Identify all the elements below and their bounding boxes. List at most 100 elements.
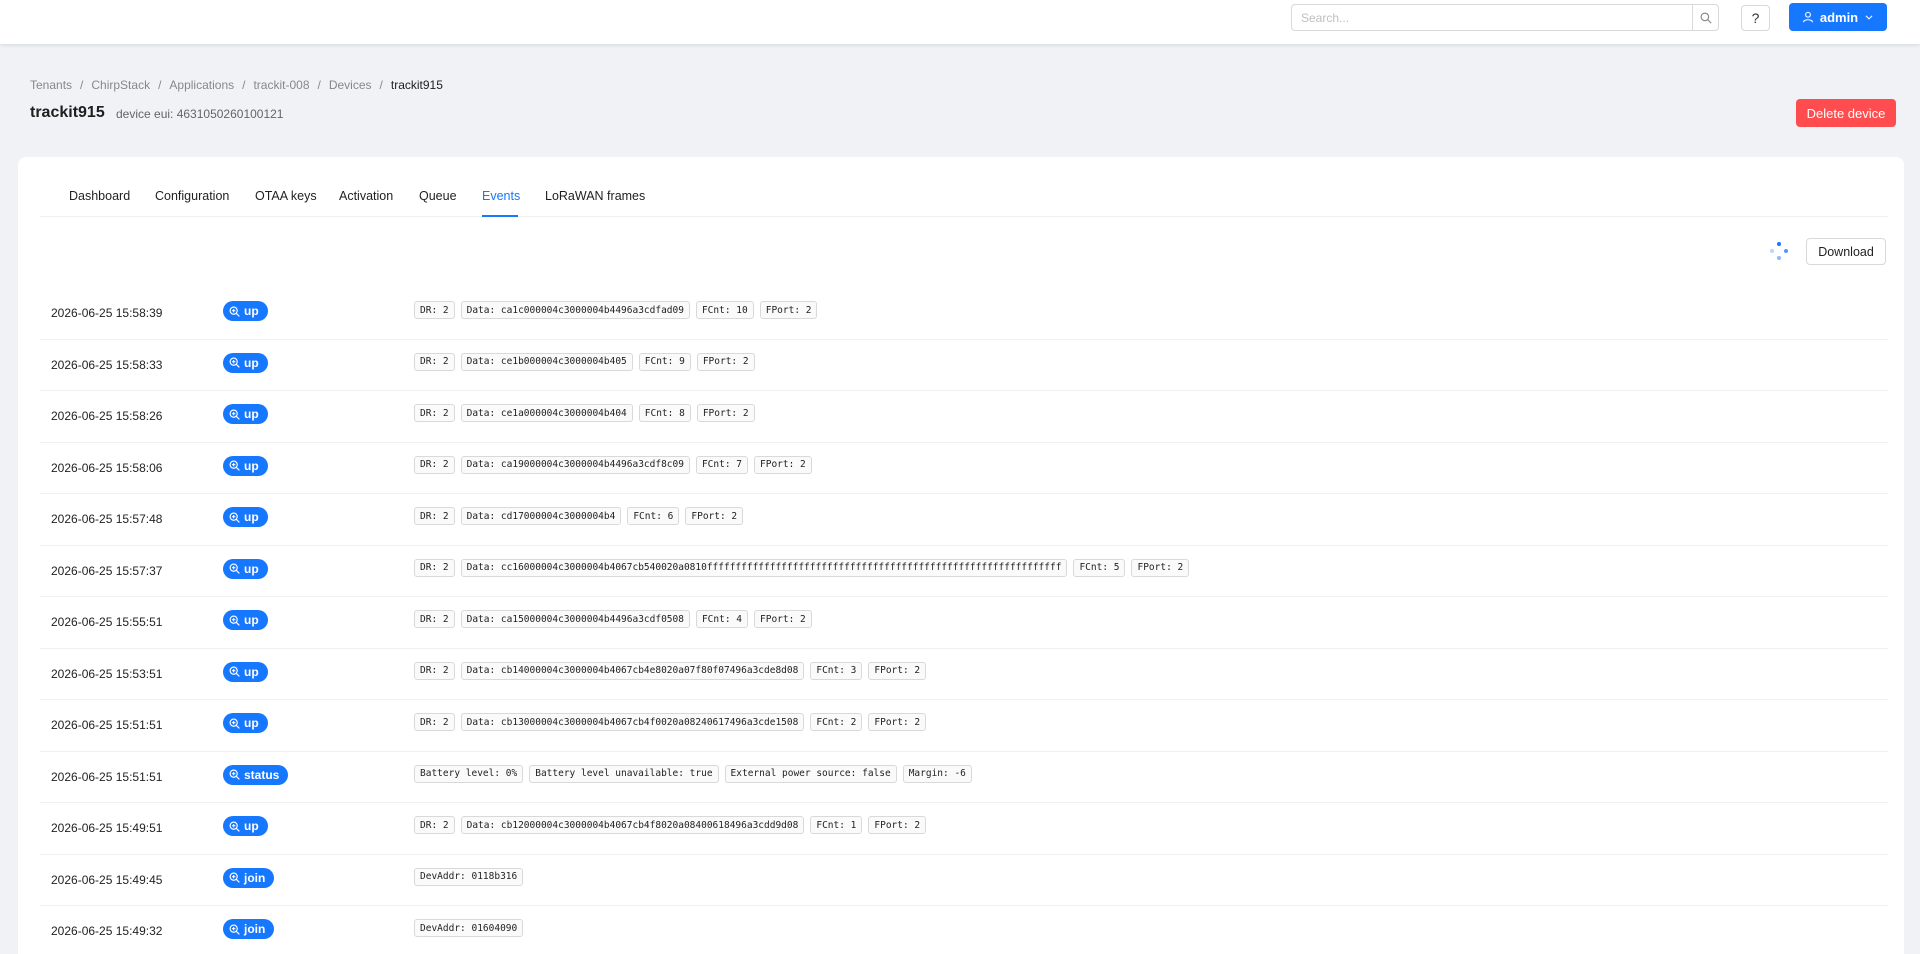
event-type-button[interactable]: up (223, 507, 268, 527)
download-button[interactable]: Download (1806, 238, 1886, 265)
search-button[interactable] (1692, 4, 1719, 31)
event-tags: DR: 2 Data: ca15000004c3000004b4496a3cdf0… (414, 610, 812, 628)
event-tags: DR: 2 Data: cb13000004c3000004b4067cb4f00… (414, 713, 927, 731)
zoom-in-icon (229, 666, 240, 677)
event-tag: FCnt: 3 (810, 661, 863, 680)
event-time: 2026-06-25 15:58:06 (51, 460, 163, 475)
event-tags: DR: 2 Data: ce1b000004c3000004b405 FCnt: 9… (414, 352, 755, 371)
tab-events[interactable]: Events (482, 189, 520, 203)
event-tag: FCnt: 10 (695, 301, 754, 319)
zoom-in-icon (229, 769, 240, 780)
tab-bar: Dashboard Configuration OTAA keys Activa… (40, 157, 1888, 217)
event-tag: FPort: 2 (868, 661, 927, 680)
event-tag: FCnt: 5 (1073, 558, 1126, 577)
tab-queue[interactable]: Queue (419, 189, 457, 203)
breadcrumb-devices[interactable]: Devices (329, 78, 372, 92)
event-tag: Battery level: 0% (414, 764, 524, 783)
event-type-label: up (244, 355, 259, 370)
search-input[interactable] (1291, 4, 1692, 31)
user-icon (1802, 11, 1813, 23)
zoom-in-icon (229, 409, 240, 420)
event-tag: FCnt: 4 (695, 610, 748, 628)
breadcrumb-separator: / (242, 78, 246, 92)
event-tags: DR: 2 Data: cd17000004c3000004b4 FCnt: 6 FP… (414, 507, 744, 525)
event-tags: Battery level: 0% Battery level unavailab… (414, 764, 972, 783)
event-tag: DR: 2 (414, 558, 455, 577)
event-type-button[interactable]: up (223, 455, 268, 476)
event-row: 2026-06-25 15:58:26 up DR: 2 Data: ce1a0000… (40, 391, 1888, 443)
breadcrumb-application[interactable]: trackit-008 (253, 78, 309, 92)
event-tag: DR: 2 (414, 507, 455, 525)
events-list: 2026-06-25 15:58:39 up DR: 2 Data: ca1c0000… (40, 288, 1888, 954)
page-title: trackit915 (30, 104, 105, 121)
tab-dashboard[interactable]: Dashboard (69, 189, 130, 203)
event-type-label: up (244, 407, 259, 421)
page-subtitle: device eui: 4631050260100121 (116, 107, 284, 121)
event-type-label: up (244, 510, 259, 524)
event-type-button[interactable]: up (223, 352, 268, 373)
event-type-button[interactable]: up (223, 301, 268, 321)
event-type-button[interactable]: up (223, 404, 268, 424)
event-type-label: up (244, 613, 259, 627)
event-time: 2026-06-25 15:49:45 (51, 872, 163, 887)
event-tags: DR: 2 Data: ca1c000004c3000004b4496a3cdfa… (414, 301, 818, 319)
event-type-label: up (244, 458, 259, 473)
event-type-button[interactable]: up (223, 661, 268, 682)
event-type-button[interactable]: join (223, 867, 275, 888)
event-type-button[interactable]: up (223, 610, 268, 630)
event-tag: FPort: 2 (685, 507, 744, 525)
event-tag: FPort: 2 (759, 301, 818, 319)
breadcrumb-separator: / (317, 78, 321, 92)
event-type-button[interactable]: up (223, 816, 268, 836)
breadcrumb-separator: / (379, 78, 383, 92)
breadcrumb-applications[interactable]: Applications (169, 78, 234, 92)
event-tag: FCnt: 1 (810, 816, 863, 834)
zoom-in-icon (229, 872, 240, 883)
event-time: 2026-06-25 15:58:39 (51, 306, 163, 320)
event-tags: DR: 2 Data: cb14000004c3000004b4067cb4e80… (414, 661, 927, 680)
help-button[interactable]: ? (1741, 5, 1770, 31)
event-type-button[interactable]: up (223, 713, 268, 733)
event-type-label: status (244, 767, 280, 782)
zoom-in-icon (229, 357, 240, 368)
event-row: 2026-06-25 15:57:48 up DR: 2 Data: cd170000… (40, 494, 1888, 546)
event-type-label: up (244, 819, 259, 833)
event-time: 2026-06-25 15:49:32 (51, 924, 163, 938)
event-type-label: join (244, 922, 266, 936)
tab-configuration[interactable]: Configuration (155, 189, 229, 203)
delete-device-button[interactable]: Delete device (1796, 99, 1896, 127)
event-tag: DevAddr: 0118b316 (414, 867, 524, 886)
tab-activation[interactable]: Activation (339, 189, 393, 203)
event-tag: FCnt: 9 (638, 352, 691, 371)
event-tag: External power source: false (724, 764, 897, 783)
event-tag: DR: 2 (414, 404, 455, 422)
zoom-in-icon (229, 512, 240, 523)
event-tag: FPort: 2 (696, 352, 755, 371)
event-time: 2026-06-25 15:57:37 (51, 563, 163, 578)
breadcrumb-tenants[interactable]: Tenants (30, 78, 72, 92)
event-tag: FCnt: 8 (638, 404, 691, 422)
event-type-button[interactable]: up (223, 558, 268, 579)
user-menu-button[interactable]: admin (1789, 3, 1887, 31)
event-row: 2026-06-25 15:51:51 up DR: 2 Data: cb130000… (40, 700, 1888, 752)
event-type-button[interactable]: join (223, 919, 275, 939)
breadcrumb-current: trackit915 (390, 78, 443, 92)
tab-lorawan-frames[interactable]: LoRaWAN frames (545, 189, 645, 203)
event-tag: DR: 2 (414, 301, 455, 319)
event-tags: DR: 2 Data: ca19000004c3000004b4496a3cdf8… (414, 455, 812, 474)
event-type-label: up (244, 716, 259, 730)
zoom-in-icon (229, 563, 240, 574)
event-type-label: up (244, 304, 259, 318)
search-icon (1700, 12, 1711, 23)
event-type-button[interactable]: status (223, 764, 289, 785)
tab-otaa-keys[interactable]: OTAA keys (255, 189, 317, 203)
event-type-label: up (244, 664, 259, 679)
breadcrumb-tenant[interactable]: ChirpStack (91, 78, 150, 92)
event-row: 2026-06-25 15:49:51 up DR: 2 Data: cb120000… (40, 803, 1888, 855)
event-row: 2026-06-25 15:51:51 status Battery level: … (40, 752, 1888, 803)
event-tag: FPort: 2 (696, 404, 755, 422)
event-time: 2026-06-25 15:58:26 (51, 409, 163, 423)
event-tags: DR: 2 Data: cc16000004c3000004b4067cb5400… (414, 558, 1190, 577)
event-time: 2026-06-25 15:49:51 (51, 821, 163, 835)
zoom-in-icon (229, 460, 240, 471)
